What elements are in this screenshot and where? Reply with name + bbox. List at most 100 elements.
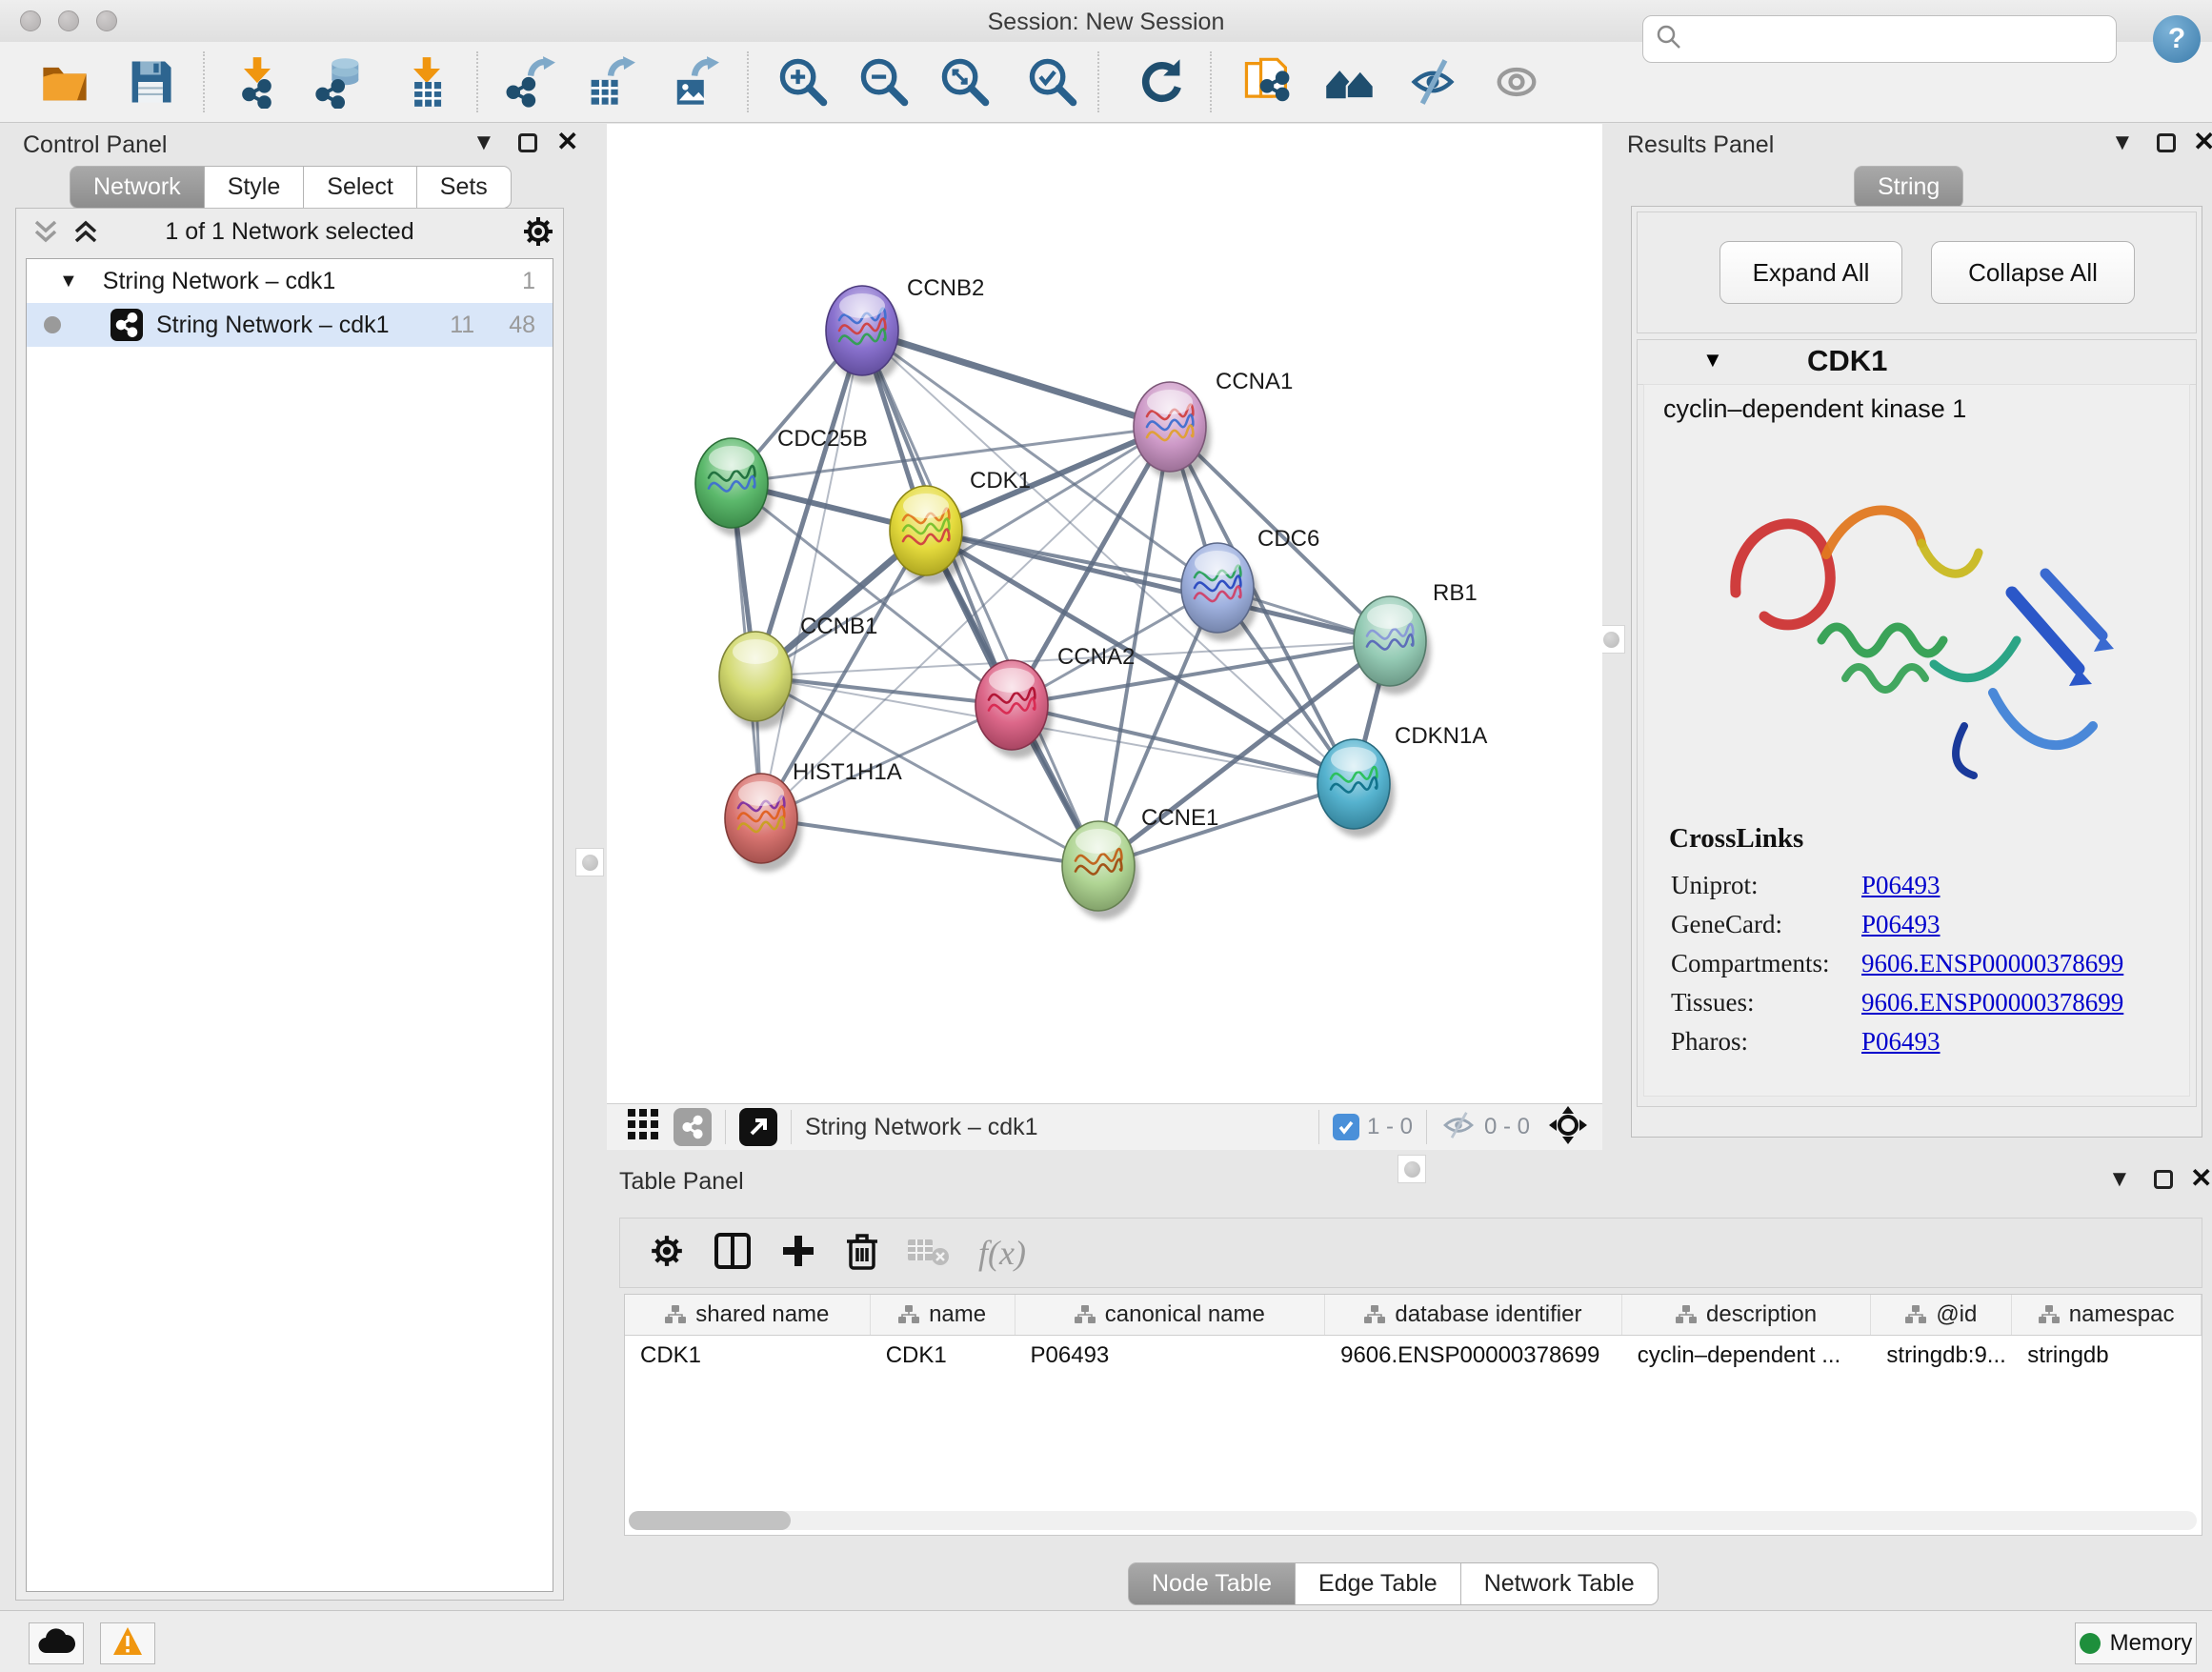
tab-sets[interactable]: Sets	[416, 166, 512, 209]
column-header-canonical-name[interactable]: canonical name	[1016, 1295, 1326, 1335]
node-CCNE1[interactable]	[1062, 821, 1139, 919]
edge-CDKN1A-CCNE1[interactable]	[1098, 784, 1354, 866]
edge-CDK1-RB1[interactable]	[926, 531, 1390, 641]
gene-name: CDK1	[1807, 344, 1887, 378]
node-RB1[interactable]	[1354, 596, 1431, 695]
table-panel-float-icon[interactable]	[2154, 1170, 2173, 1189]
grid-view-icon[interactable]	[628, 1109, 660, 1146]
fit-content-icon[interactable]	[1549, 1106, 1587, 1149]
delete-column-icon[interactable]	[845, 1232, 879, 1275]
crosslink-link[interactable]: P06493	[1861, 910, 1941, 939]
column-header-database-identifier[interactable]: database identifier	[1325, 1295, 1622, 1335]
column-header--id[interactable]: @id	[1871, 1295, 2012, 1335]
expand-collapse-bar: Expand All Collapse All	[1637, 212, 2197, 333]
network-list: ▼ String Network – cdk1 1 String Network…	[26, 258, 553, 1592]
zoom-in-button[interactable]	[776, 55, 830, 109]
tab-select[interactable]: Select	[303, 166, 416, 209]
node-CCNA2[interactable]	[975, 660, 1053, 758]
zoom-fit-button[interactable]	[938, 55, 992, 109]
show-all-button[interactable]	[1490, 55, 1543, 109]
tab-network-table[interactable]: Network Table	[1460, 1562, 1659, 1605]
node-CDKN1A[interactable]	[1317, 739, 1395, 837]
control-panel-close-icon[interactable]: ✕	[556, 126, 578, 157]
node-CCNB2[interactable]	[826, 286, 903, 384]
table-row[interactable]: CDK1CDK1P064939606.ENSP00000378699cyclin…	[625, 1336, 2202, 1376]
network-row-selected[interactable]: String Network – cdk1 11 48	[27, 303, 553, 347]
zoom-selected-button[interactable]	[1026, 55, 1079, 109]
results-panel-collapse-icon[interactable]: ▼	[2111, 130, 2134, 156]
node-CDK1[interactable]	[890, 486, 967, 584]
add-column-icon[interactable]	[780, 1233, 816, 1274]
edge-HIST1H1A-CCNE1[interactable]	[761, 818, 1098, 866]
apply-layout-button[interactable]	[1134, 55, 1187, 109]
tab-edge-table[interactable]: Edge Table	[1295, 1562, 1461, 1605]
edge-CCNB2-CCNE1[interactable]	[862, 331, 1098, 866]
node-label-RB1: RB1	[1433, 580, 1478, 606]
control-panel-collapse-icon[interactable]: ▼	[473, 130, 495, 156]
memory-button[interactable]: Memory	[2075, 1622, 2197, 1664]
column-manager-icon[interactable]	[714, 1232, 752, 1275]
node-HIST1H1A[interactable]	[725, 774, 802, 872]
tab-style[interactable]: Style	[204, 166, 305, 209]
crosslink-link[interactable]: P06493	[1861, 1027, 1941, 1057]
open-session-button[interactable]	[38, 55, 91, 109]
crosslink-link[interactable]: 9606.ENSP00000378699	[1861, 988, 2123, 1017]
tab-network[interactable]: Network	[70, 166, 205, 209]
network-canvas[interactable]: CCNB2 CCNA1 CDC25B CDK1 CDC6 RB1 CCNB1 C…	[607, 124, 1602, 1103]
gene-collapse-arrow-icon[interactable]: ▼	[1702, 348, 1723, 373]
crosslink-label: Tissues:	[1671, 988, 1861, 1017]
save-session-button[interactable]	[124, 55, 177, 109]
selected-checkbox[interactable]	[1333, 1114, 1359, 1140]
delete-table-icon[interactable]	[908, 1236, 950, 1271]
node-label-CDK1: CDK1	[970, 468, 1031, 494]
network-panel-gear-icon[interactable]	[521, 214, 555, 253]
node-CCNB1[interactable]	[719, 632, 796, 730]
crosslink-link[interactable]: 9606.ENSP00000378699	[1861, 949, 2123, 978]
node-CDC6[interactable]	[1181, 543, 1258, 641]
first-neighbors-button[interactable]	[1323, 55, 1377, 109]
column-header-name[interactable]: name	[871, 1295, 1016, 1335]
edge-CCNA2-CDKN1A[interactable]	[1012, 705, 1354, 784]
gene-card-header[interactable]: ▼ CDK1	[1638, 340, 2196, 385]
export-table-button[interactable]	[583, 55, 636, 109]
collapse-all-button[interactable]: Collapse All	[1931, 241, 2135, 304]
warnings-button[interactable]	[100, 1622, 155, 1664]
table-panel-collapse-icon[interactable]: ▼	[2108, 1166, 2131, 1193]
import-network-database-button[interactable]	[314, 55, 368, 109]
cloud-button[interactable]	[29, 1622, 84, 1664]
tab-node-table[interactable]: Node Table	[1128, 1562, 1296, 1605]
crosslink-row: Tissues:9606.ENSP00000378699	[1671, 988, 2178, 1017]
export-network-button[interactable]	[503, 55, 556, 109]
edge-CCNB2-CCNA1[interactable]	[862, 331, 1170, 427]
collection-expand-arrow-icon[interactable]: ▼	[59, 271, 78, 292]
column-header-shared-name[interactable]: shared name	[625, 1295, 871, 1335]
clone-network-button[interactable]	[1240, 55, 1294, 109]
expand-all-button[interactable]: Expand All	[1719, 241, 1902, 304]
network-overview-icon[interactable]	[674, 1108, 712, 1146]
control-panel-float-icon[interactable]	[518, 133, 537, 152]
hide-selected-button[interactable]	[1406, 55, 1459, 109]
import-network-file-button[interactable]	[231, 55, 284, 109]
function-builder-icon[interactable]: f(x)	[978, 1233, 1026, 1273]
network-collection-row[interactable]: ▼ String Network – cdk1 1	[27, 259, 553, 303]
help-button[interactable]: ?	[2153, 15, 2201, 63]
crosslink-link[interactable]: P06493	[1861, 871, 1941, 900]
results-panel-close-icon[interactable]: ✕	[2193, 126, 2212, 157]
table-settings-gear-icon[interactable]	[649, 1233, 685, 1274]
results-panel-float-icon[interactable]	[2157, 133, 2176, 152]
search-field[interactable]	[1642, 15, 2117, 63]
column-header-description[interactable]: description	[1622, 1295, 1872, 1335]
node-label-HIST1H1A: HIST1H1A	[793, 759, 902, 785]
search-input[interactable]	[1683, 25, 2097, 53]
import-table-button[interactable]	[400, 55, 453, 109]
birdseye-view-toggle[interactable]	[739, 1108, 777, 1146]
zoom-out-button[interactable]	[857, 55, 911, 109]
table-hscrollbar-thumb[interactable]	[629, 1511, 791, 1530]
export-image-button[interactable]	[667, 55, 720, 109]
node-CDC25B[interactable]	[695, 438, 773, 536]
left-splitter-handle[interactable]	[575, 848, 604, 876]
table-panel-close-icon[interactable]: ✕	[2190, 1162, 2212, 1194]
warning-icon	[111, 1625, 144, 1662]
tab-string[interactable]: String	[1854, 166, 1963, 209]
column-header-namespac[interactable]: namespac	[2012, 1295, 2202, 1335]
